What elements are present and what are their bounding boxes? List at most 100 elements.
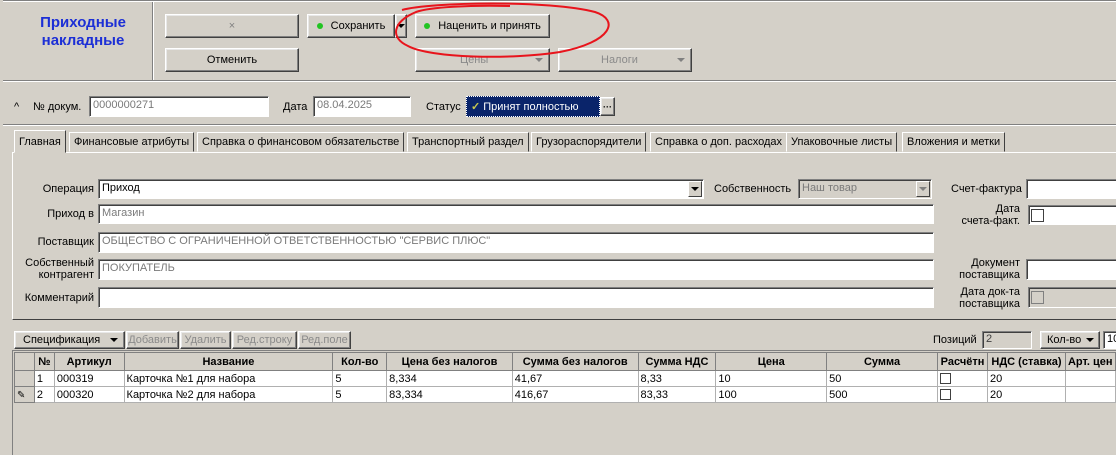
column-header[interactable]: № bbox=[33, 352, 55, 371]
supplier-field[interactable]: ОБЩЕСТВО С ОГРАНИЧЕННОЙ ОТВЕТСТВЕННОСТЬЮ… bbox=[98, 232, 934, 253]
pencil-icon: ✎ bbox=[17, 389, 26, 401]
tab-consignors[interactable]: Грузораспорядители bbox=[531, 132, 647, 152]
table-row[interactable]: 1 000319 Карточка №1 для набора 5 8,334 … bbox=[14, 370, 1116, 387]
cell-article[interactable]: 000320 bbox=[53, 386, 125, 403]
cell-name[interactable]: Карточка №1 для набора bbox=[123, 370, 334, 387]
status-field[interactable]: ✓ Принят полностью bbox=[466, 96, 600, 117]
chevron-down-icon bbox=[677, 58, 685, 62]
revert-button[interactable]: Отменить bbox=[165, 48, 299, 72]
cell-calc[interactable] bbox=[937, 370, 988, 387]
tab-main[interactable]: Главная bbox=[14, 130, 66, 153]
save-led-icon bbox=[316, 23, 323, 29]
column-header[interactable]: Сумма НДС bbox=[637, 352, 717, 371]
chevron-down-icon[interactable] bbox=[688, 181, 702, 197]
cell-sum[interactable]: 500 bbox=[826, 386, 939, 403]
income-to-label: Приход в bbox=[47, 208, 94, 220]
tab-extra-expenses[interactable]: Справка о доп. расходах bbox=[650, 132, 788, 152]
spec-table: № Артикул Название Кол-во Цена без налог… bbox=[14, 352, 1116, 403]
header-bottom-line bbox=[3, 124, 1116, 126]
cell-sum-net[interactable]: 416,67 bbox=[511, 386, 639, 403]
positions-label: Позиций bbox=[933, 334, 977, 346]
save-label: Сохранить bbox=[330, 20, 386, 32]
cell-price-net[interactable]: 83,334 bbox=[386, 386, 513, 403]
ownership-select[interactable]: Наш товар bbox=[798, 179, 932, 199]
own-contractor-label-1: Собственный bbox=[25, 257, 94, 269]
cell-price[interactable]: 100 bbox=[715, 386, 828, 403]
tab-packing-lists[interactable]: Упаковочные листы bbox=[786, 132, 898, 152]
edit-row-button[interactable]: Ред.строку bbox=[232, 331, 297, 349]
qty-extra-field[interactable]: 10 bbox=[1103, 331, 1116, 349]
cell-name[interactable]: Карточка №2 для набора bbox=[123, 386, 334, 403]
tab-financial-obligation[interactable]: Справка о финансовом обязательстве bbox=[197, 132, 405, 152]
cell-sum[interactable]: 50 bbox=[826, 370, 939, 387]
column-header[interactable]: Цена bbox=[715, 352, 828, 371]
column-header[interactable]: НДС (ставка) bbox=[987, 352, 1066, 371]
supplier-label: Поставщик bbox=[37, 236, 94, 248]
column-header[interactable]: Сумма bbox=[826, 352, 939, 371]
cell-sum-net[interactable]: 41,67 bbox=[511, 370, 639, 387]
supplier-doc-date-label-1: Дата док-та bbox=[960, 286, 1020, 298]
cell-art-price[interactable] bbox=[1064, 386, 1116, 403]
doc-num-field[interactable]: 0000000271 bbox=[89, 96, 269, 117]
column-header[interactable]: Сумма без налогов bbox=[511, 352, 639, 371]
cell-price-net[interactable]: 8,334 bbox=[386, 370, 513, 387]
add-row-button[interactable]: Добавить bbox=[126, 331, 179, 349]
column-header[interactable]: Название bbox=[123, 352, 334, 371]
cell-vat-rate[interactable]: 20 bbox=[987, 370, 1066, 387]
date-field[interactable]: 08.04.2025 bbox=[313, 96, 411, 117]
column-header[interactable]: Артикул bbox=[53, 352, 125, 371]
edit-field-button[interactable]: Ред.поле bbox=[298, 331, 351, 349]
cell-num[interactable]: 1 bbox=[33, 370, 55, 387]
cell-num[interactable]: 2 bbox=[33, 386, 55, 403]
supplier-doc-field[interactable] bbox=[1026, 259, 1116, 280]
own-contractor-label-2: контрагент bbox=[38, 269, 94, 281]
cell-vat-sum[interactable]: 83,33 bbox=[637, 386, 717, 403]
collapse-chevron-icon[interactable]: ^ bbox=[14, 101, 19, 113]
page-title: Приходные накладные bbox=[40, 14, 126, 49]
checkmark-icon: ✓ bbox=[471, 101, 481, 113]
tab-attachments[interactable]: Вложения и метки bbox=[902, 132, 1006, 152]
qty-dropdown-button[interactable]: Кол-во bbox=[1040, 331, 1100, 349]
status-more-button[interactable]: ··· bbox=[600, 97, 615, 116]
calc-checkbox[interactable] bbox=[940, 389, 952, 401]
cell-vat-sum[interactable]: 8,33 bbox=[637, 370, 717, 387]
edit-field-label: Ред.поле bbox=[301, 334, 348, 346]
tab-financial-attributes[interactable]: Финансовые атрибуты bbox=[69, 132, 195, 152]
row-indicator[interactable] bbox=[14, 370, 35, 387]
cell-calc[interactable] bbox=[937, 386, 988, 403]
column-header[interactable]: Цена без налогов bbox=[386, 352, 513, 371]
specification-dropdown-button[interactable]: Спецификация bbox=[14, 331, 125, 349]
save-button[interactable]: Сохранить bbox=[307, 14, 395, 38]
invoice-date-checkbox[interactable] bbox=[1031, 209, 1044, 222]
table-row[interactable]: ✎ 2 000320 Карточка №2 для набора 5 83,3… bbox=[14, 386, 1116, 403]
delete-row-button[interactable]: Удалить bbox=[180, 331, 231, 349]
cell-price[interactable]: 10 bbox=[715, 370, 828, 387]
own-contractor-field[interactable]: ПОКУПАТЕЛЬ bbox=[98, 259, 934, 280]
close-icon: × bbox=[228, 20, 236, 32]
income-to-field[interactable]: Магазин bbox=[98, 204, 934, 224]
operation-select[interactable]: Приход bbox=[98, 179, 704, 199]
invoice-date-field[interactable] bbox=[1028, 205, 1116, 225]
chevron-down-icon bbox=[1086, 338, 1094, 342]
tab-transport[interactable]: Транспортный раздел bbox=[407, 132, 529, 152]
qty-label: Кол-во bbox=[1047, 334, 1082, 346]
cell-vat-rate[interactable]: 20 bbox=[987, 386, 1066, 403]
tab-label: Транспортный раздел bbox=[412, 136, 524, 148]
column-header[interactable]: Кол-во bbox=[332, 352, 388, 371]
invoice-date-label-2: счета-факт. bbox=[961, 215, 1020, 227]
title-separator bbox=[152, 0, 154, 80]
close-button[interactable]: × bbox=[165, 14, 299, 38]
calc-checkbox[interactable] bbox=[940, 373, 952, 385]
row-indicator[interactable]: ✎ bbox=[14, 386, 35, 403]
invoice-field[interactable] bbox=[1026, 179, 1116, 199]
comment-field[interactable] bbox=[98, 287, 934, 308]
cell-article[interactable]: 000319 bbox=[53, 370, 125, 387]
cell-qty[interactable]: 5 bbox=[332, 386, 388, 403]
table-header-row: № Артикул Название Кол-во Цена без налог… bbox=[14, 352, 1116, 371]
cell-qty[interactable]: 5 bbox=[332, 370, 388, 387]
column-header[interactable]: Расчётн bbox=[937, 352, 988, 371]
column-header[interactable]: Арт. цен bbox=[1064, 352, 1116, 371]
cell-art-price[interactable] bbox=[1064, 370, 1116, 387]
tab-label: Справка о финансовом обязательстве bbox=[202, 136, 400, 148]
invoice-date-label-1: Дата bbox=[995, 203, 1020, 215]
